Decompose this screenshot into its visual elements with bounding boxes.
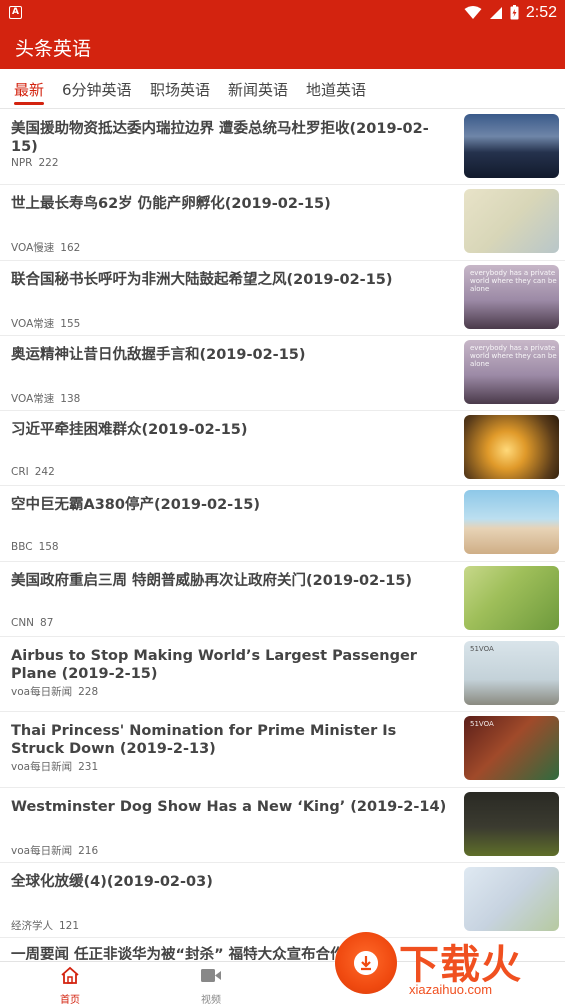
article-thumbnail: 51VOA (464, 641, 559, 706)
article-thumbnail (464, 866, 559, 931)
app-notification-icon: A (9, 6, 22, 19)
article-source: VOA常速 (11, 392, 55, 405)
view-count: 216 (78, 844, 99, 857)
article-thumbnail: everybody has a private world where they… (464, 339, 559, 404)
article-meta: VOA常速 138 (11, 391, 80, 406)
article-meta: CNN 87 (11, 617, 53, 629)
list-item[interactable]: 习近平牵挂困难群众(2019-02-15) CRI 242 (0, 411, 565, 487)
article-thumbnail: everybody has a private world where they… (464, 264, 559, 329)
clock: 2:52 (525, 3, 557, 21)
article-thumbnail (464, 791, 559, 856)
article-title: 联合国秘书长呼吁为非洲大陆鼓起希望之风(2019-02-15) (11, 271, 393, 288)
article-meta: CRI 242 (11, 466, 55, 478)
list-item[interactable]: 联合国秘书长呼吁为非洲大陆鼓起希望之风(2019-02-15) VOA常速 155… (0, 261, 565, 336)
tab-latest[interactable]: 最新 (14, 79, 44, 100)
article-meta: BBC 158 (11, 541, 59, 553)
article-title: 美国政府重启三周 特朗普威胁再次让政府关门(2019-02-15) (11, 572, 413, 589)
article-title: Thai Princess' Nomination for Prime Mini… (11, 723, 397, 758)
view-count: 222 (38, 157, 59, 169)
home-icon (61, 966, 79, 984)
article-title: 世上最长寿鸟62岁 仍能产卵孵化(2019-02-15) (11, 196, 331, 213)
app-title: 头条英语 (15, 38, 92, 60)
active-tab-indicator (14, 102, 44, 105)
status-bar: A 2:52 (0, 0, 565, 25)
list-item[interactable]: 空中巨无霸A380停产(2019-02-15) BBC 158 (0, 486, 565, 562)
article-meta: 经济学人 121 (11, 918, 79, 933)
view-count: 162 (60, 242, 81, 255)
video-icon (201, 969, 221, 982)
article-thumbnail (464, 565, 559, 630)
list-item[interactable]: 世上最长寿鸟62岁 仍能产卵孵化(2019-02-15) VOA慢速 162 (0, 185, 565, 261)
view-count: 242 (34, 466, 55, 479)
nav-home-button[interactable]: 首页 (40, 966, 100, 1005)
article-thumbnail (464, 490, 559, 555)
list-item[interactable]: 美国政府重启三周 特朗普威胁再次让政府关门(2019-02-15) CNN 87 (0, 562, 565, 638)
status-icons: 2:52 (464, 4, 557, 21)
article-title: 美国援助物资抵达委内瑞拉边界 遭委总统马杜罗拒收(2019-02-15) (11, 121, 429, 155)
watermark-flame-icon (335, 932, 397, 994)
tab-workplace-english[interactable]: 职场英语 (150, 79, 210, 100)
wifi-icon (464, 5, 482, 19)
article-meta: voa每日新闻 216 (11, 843, 98, 858)
thumbnail-caption: everybody has a private world where they… (470, 268, 557, 293)
article-source: BBC (11, 541, 33, 554)
article-title: Airbus to Stop Making World’s Largest Pa… (11, 648, 417, 683)
tab-6min-english[interactable]: 6分钟英语 (62, 79, 132, 100)
article-thumbnail: 51VOA (464, 716, 559, 781)
article-meta: voa每日新闻 228 (11, 684, 98, 699)
list-item[interactable]: Westminster Dog Show Has a New ‘King’ (2… (0, 788, 565, 863)
article-meta: NPR 222 (11, 157, 59, 169)
download-icon (354, 951, 378, 975)
tab-authentic-english[interactable]: 地道英语 (306, 79, 366, 100)
article-title: 奥运精神让昔日仇敌握手言和(2019-02-15) (11, 346, 306, 363)
article-title: Westminster Dog Show Has a New ‘King’ (2… (11, 798, 447, 815)
article-source: CNN (11, 616, 35, 629)
article-source: CRI (11, 466, 29, 479)
list-item[interactable]: Thai Princess' Nomination for Prime Mini… (0, 712, 565, 788)
article-meta: VOA慢速 162 (11, 240, 80, 255)
thumbnail-caption: 51VOA (470, 645, 494, 654)
view-count: 155 (60, 317, 81, 330)
nav-video-button[interactable]: 视频 (181, 966, 241, 1005)
article-thumbnail (464, 189, 559, 254)
view-count: 87 (40, 616, 54, 629)
article-title: 空中巨无霸A380停产(2019-02-15) (11, 497, 260, 514)
article-meta: voa每日新闻 231 (11, 759, 98, 774)
list-item[interactable]: 美国援助物资抵达委内瑞拉边界 遭委总统马杜罗拒收(2019-02-15) NPR… (0, 110, 565, 186)
view-count: 138 (60, 392, 81, 405)
article-title: 全球化放缓(4)(2019-02-03) (11, 873, 213, 890)
app-bar: 头条英语 (0, 25, 565, 69)
article-meta: VOA常速 155 (11, 316, 80, 331)
battery-icon (510, 5, 519, 20)
list-item[interactable]: 奥运精神让昔日仇敌握手言和(2019-02-15) VOA常速 138 every… (0, 336, 565, 412)
view-count: 228 (78, 686, 99, 699)
view-count: 121 (59, 919, 80, 932)
article-source: voa每日新闻 (11, 686, 73, 699)
tab-news-english[interactable]: 新闻英语 (228, 79, 288, 100)
list-item[interactable]: Airbus to Stop Making World’s Largest Pa… (0, 637, 565, 713)
article-source: voa每日新闻 (11, 844, 73, 857)
article-source: 经济学人 (11, 919, 53, 932)
article-source: NPR (11, 157, 33, 169)
watermark-logo: 下载火 xiazaihuo.com (335, 926, 565, 1005)
signal-icon (489, 6, 502, 19)
category-tabs: 最新 6分钟英语 职场英语 新闻英语 地道英语 (0, 69, 565, 109)
article-source: VOA慢速 (11, 242, 55, 255)
nav-video-label: 视频 (201, 995, 221, 1005)
watermark-url: xiazaihuo.com (409, 982, 493, 997)
view-count: 231 (78, 761, 99, 774)
article-thumbnail (464, 415, 559, 480)
nav-home-label: 首页 (60, 995, 80, 1005)
article-list: 美国援助物资抵达委内瑞拉边界 遭委总统马杜罗拒收(2019-02-15) NPR… (0, 110, 565, 939)
partial-article-title[interactable]: 一周要闻 任正非谈华为被“封杀” 福特大众宣布合作 (11, 946, 341, 960)
thumbnail-caption: everybody has a private world where they… (470, 343, 557, 368)
thumbnail-caption: 51VOA (470, 720, 494, 729)
article-source: voa每日新闻 (11, 761, 73, 774)
article-thumbnail (464, 114, 559, 178)
view-count: 158 (38, 541, 59, 554)
article-source: VOA常速 (11, 317, 55, 330)
article-title: 习近平牵挂困难群众(2019-02-15) (11, 422, 248, 439)
